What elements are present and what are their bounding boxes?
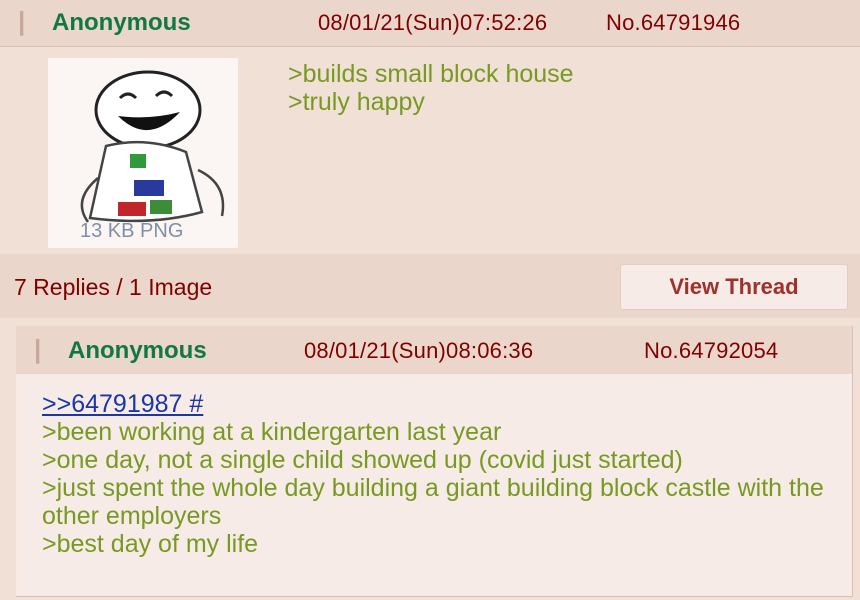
view-thread-button[interactable]: View Thread bbox=[620, 264, 848, 310]
op-post: | Anonymous 08/01/21(Sun)07:52:26 No.647… bbox=[0, 0, 860, 318]
poster-name: Anonymous bbox=[68, 337, 207, 364]
poster-name: Anonymous bbox=[52, 9, 191, 36]
op-post-header: | Anonymous 08/01/21(Sun)07:52:26 No.647… bbox=[0, 0, 860, 47]
post-marker: | bbox=[18, 6, 26, 36]
quote-link[interactable]: >>64791987 # bbox=[42, 390, 842, 418]
reply-post-header: | Anonymous 08/01/21(Sun)08:06:36 No.647… bbox=[16, 326, 852, 374]
replies-summary: 7 Replies / 1 Image bbox=[14, 274, 213, 300]
greentext-line: >been working at a kindergarten last yea… bbox=[42, 418, 502, 446]
post-marker: | bbox=[34, 334, 42, 364]
post-number-link[interactable]: No.64792054 bbox=[644, 338, 778, 364]
greentext-line: >one day, not a single child showed up (… bbox=[42, 446, 683, 474]
thread-page: | Anonymous 08/01/21(Sun)07:52:26 No.647… bbox=[0, 0, 860, 600]
greentext-line: >truly happy bbox=[288, 88, 425, 116]
reply-post: | Anonymous 08/01/21(Sun)08:06:36 No.647… bbox=[16, 326, 853, 597]
greentext-line: >builds small block house bbox=[288, 60, 574, 88]
thumbnail-file-info: 13 KB PNG bbox=[80, 220, 184, 242]
reply-post-message: >>64791987 # >been working at a kinderga… bbox=[42, 390, 842, 558]
post-datetime: 08/01/21(Sun)07:52:26 bbox=[318, 10, 548, 35]
op-post-message: >builds small block house >truly happy bbox=[288, 60, 574, 116]
greentext-line: >just spent the whole day building a gia… bbox=[42, 474, 824, 530]
post-number-link[interactable]: No.64791946 bbox=[606, 10, 740, 36]
greentext-line: >best day of my life bbox=[42, 530, 259, 558]
op-post-footer: 7 Replies / 1 Image View Thread bbox=[0, 254, 860, 318]
post-datetime: 08/01/21(Sun)08:06:36 bbox=[304, 338, 534, 363]
